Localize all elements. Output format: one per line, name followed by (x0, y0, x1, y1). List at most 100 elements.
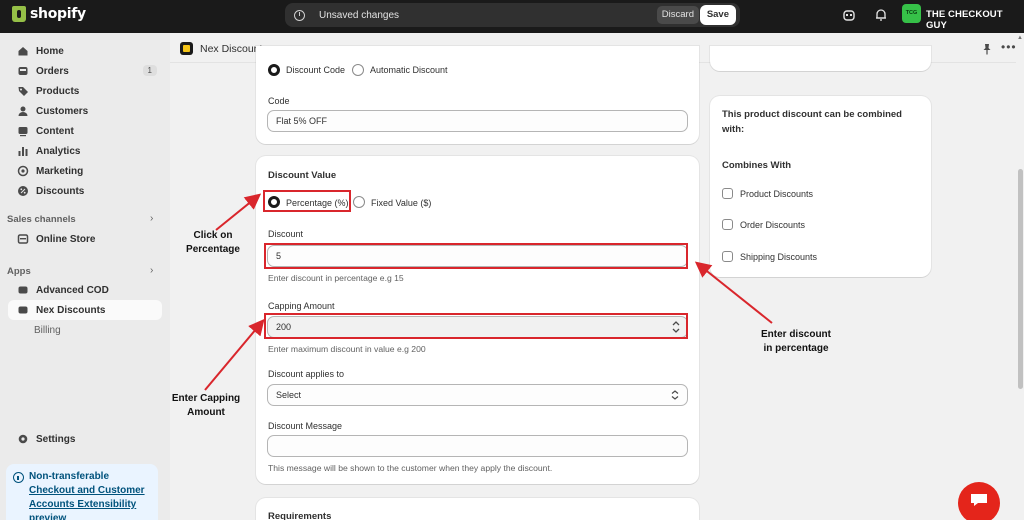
sidebar-item-label: Advanced COD (36, 284, 109, 296)
checkbox-product-discounts[interactable] (722, 188, 733, 199)
bell-icon[interactable] (874, 8, 888, 22)
shopify-logo[interactable]: shopify (12, 6, 86, 22)
code-label: Code (268, 96, 290, 106)
store-avatar[interactable]: TCG (902, 4, 921, 23)
requirements-title: Requirements (268, 511, 332, 520)
discount-icon (18, 186, 28, 196)
discard-button[interactable]: Discard (656, 6, 699, 24)
sidebar-item-label: Home (36, 45, 64, 57)
sidebar-item-label: Nex Discounts (36, 304, 106, 316)
chat-icon (971, 494, 987, 506)
scroll-up-arrow-icon[interactable]: ▲ (1017, 35, 1023, 41)
app-icon (18, 286, 28, 294)
combine-card: This product discount can be combined wi… (710, 96, 931, 277)
annotation-enter-capping: Enter Capping Amount (164, 392, 248, 420)
logo-text: shopify (30, 6, 86, 22)
sidebar-item-billing[interactable]: Billing (34, 325, 61, 336)
shipping-discounts-label: Shipping Discounts (740, 252, 818, 262)
annotation-line: Enter discount (760, 329, 831, 340)
notice-link-line3[interactable]: preview (29, 512, 152, 520)
sidebar-item-content[interactable]: Content (8, 121, 162, 141)
discount-label: Discount (268, 229, 304, 239)
app-icon (18, 306, 28, 314)
content-icon (18, 127, 28, 137)
sidebar-item-label: Online Store (36, 233, 96, 245)
more-options-icon[interactable]: ••• (1001, 40, 1017, 54)
sidebar-item-home[interactable]: Home (8, 41, 162, 61)
capping-label: Capping Amount (268, 301, 335, 311)
sales-channels-title[interactable]: Sales channels (7, 214, 76, 225)
unsaved-text: Unsaved changes (319, 9, 400, 21)
sidebar-item-label: Marketing (36, 165, 84, 177)
person-icon (18, 106, 28, 116)
sidebar-item-advanced-cod[interactable]: Advanced COD (8, 280, 162, 300)
home-icon (18, 47, 28, 56)
pin-icon[interactable] (982, 43, 992, 55)
sidebar-item-orders[interactable]: Orders 1 (8, 61, 162, 81)
radio-fixed-value[interactable] (353, 196, 365, 208)
scrollbar-thumb[interactable] (1018, 169, 1023, 389)
combines-with-title: Combines With (722, 160, 792, 171)
alert-icon (294, 9, 305, 21)
sidebar-item-discounts[interactable]: Discounts (8, 181, 162, 201)
extensibility-notice: Non-transferable Checkout and Customer A… (6, 464, 158, 520)
sidebar-item-nex-discounts[interactable]: Nex Discounts (8, 300, 162, 320)
bar-chart-icon (18, 147, 28, 156)
gear-icon (18, 434, 28, 444)
discount-message-label: Discount Message (268, 421, 343, 431)
order-discounts-label: Order Discounts (740, 220, 806, 230)
discount-hint: Enter discount in percentage e.g 15 (268, 273, 404, 283)
annotation-line: Enter Capping (171, 393, 241, 404)
applies-to-select[interactable]: Select (267, 384, 688, 406)
requirements-card: Requirements (256, 498, 699, 520)
right-top-card (710, 46, 931, 71)
annotation-line: Click on (193, 230, 233, 241)
notice-title: Non-transferable (29, 471, 110, 482)
sidebar-item-products[interactable]: Products (8, 81, 162, 101)
tag-icon (18, 87, 28, 96)
code-input[interactable]: Flat 5% OFF (267, 110, 688, 132)
page-scrollbar[interactable]: ▲ (1016, 33, 1024, 520)
sidebar-item-label: Products (36, 85, 80, 97)
chat-support-button[interactable] (958, 482, 1000, 520)
sidebar-item-settings[interactable]: Settings (8, 429, 162, 449)
sidebar-item-label: Discounts (36, 185, 85, 197)
radio-label-automatic-discount: Automatic Discount (370, 65, 448, 75)
checkbox-order-discounts[interactable] (722, 219, 733, 230)
nex-discounts-app-icon (180, 42, 193, 55)
select-chevron-icon (671, 390, 679, 400)
radio-discount-code[interactable] (268, 64, 280, 76)
sidekick-icon[interactable] (842, 8, 856, 22)
apps-title[interactable]: Apps (7, 266, 31, 277)
checkbox-shipping-discounts[interactable] (722, 251, 733, 262)
chevron-right-icon[interactable]: › (150, 213, 153, 224)
annotation-line: Percentage (186, 244, 240, 255)
sidebar-item-customers[interactable]: Customers (8, 101, 162, 121)
sidebar-item-label: Content (36, 125, 74, 137)
discount-value-title: Discount Value (268, 170, 337, 181)
sidebar-item-online-store[interactable]: Online Store (8, 229, 162, 249)
target-icon (17, 165, 29, 177)
sidebar-item-marketing[interactable]: Marketing (8, 161, 162, 181)
highlight-percentage (263, 190, 351, 212)
store-name[interactable]: THE CHECKOUT GUY (926, 9, 1024, 31)
save-button[interactable]: Save (699, 5, 736, 25)
sidebar: Home Orders 1 Products Customers Content… (0, 33, 170, 520)
sidebar-item-analytics[interactable]: Analytics (8, 141, 162, 161)
sidebar-item-label: Analytics (36, 145, 81, 157)
annotation-line: in percentage (763, 343, 829, 354)
radio-automatic-discount[interactable] (352, 64, 364, 76)
orders-count-badge: 1 (142, 65, 157, 76)
top-bar: shopify Unsaved changes Discard Save TCG… (0, 0, 1024, 33)
discount-code-card: Discount Code Automatic Discount Code Fl… (256, 46, 699, 144)
combine-title-line1: This product discount can be combined (722, 109, 902, 120)
chevron-right-icon[interactable]: › (150, 265, 153, 276)
notice-link-line1[interactable]: Checkout and Customer (29, 484, 152, 498)
discount-message-input[interactable] (267, 435, 688, 457)
annotation-line: Amount (187, 407, 225, 418)
notice-link-line2[interactable]: Accounts Extensibility (29, 498, 152, 512)
discount-message-hint: This message will be shown to the custom… (268, 463, 553, 473)
unsaved-changes-bar: Unsaved changes Discard Save (285, 3, 740, 27)
annotation-click-percentage: Click on Percentage (178, 229, 248, 257)
highlight-discount-input (264, 243, 688, 269)
